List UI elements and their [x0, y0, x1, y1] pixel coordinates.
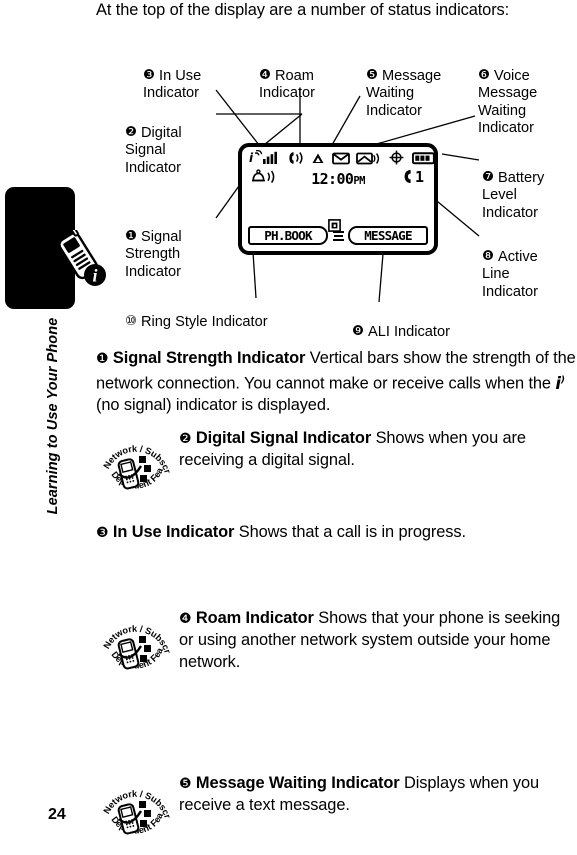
callout-ring-style-indicator: ⑩ Ring Style Indicator — [125, 295, 335, 331]
voice-message-waiting-icon — [356, 151, 380, 170]
ali-crosshair-icon — [389, 150, 404, 170]
chapter-title-vertical: Learning to Use Your Phone — [45, 317, 61, 515]
callout-number: ❷ — [125, 124, 138, 140]
page-number: 24 — [48, 806, 66, 823]
callout-number: ❼ — [482, 169, 495, 185]
svg-text:Network / Subscription: Network / Subscription — [99, 775, 173, 820]
network-subscription-badge-icon: Network / Subscription Dependent Feature — [96, 602, 173, 684]
callout-digital-signal-indicator: ❷ Digital Signal Indicator — [125, 106, 215, 177]
callout-active-line-indicator: ❽ Active Line Indicator — [482, 230, 577, 301]
softkey-phonebook[interactable]: PH.BOOK — [248, 226, 328, 245]
paragraph-text: Shows that a call is in progress. — [238, 523, 466, 541]
svg-text:Network / Subscription: Network / Subscription — [99, 430, 173, 475]
callout-roam-indicator: ❹ Roam Indicator — [259, 49, 349, 103]
svg-text:Network / Subscription: Network / Subscription — [99, 610, 173, 655]
page-margin-sidebar: i Learning to Use Your Phone 24 — [0, 0, 106, 837]
paragraph-message-waiting: Network / Subscription Dependent Feature — [96, 767, 577, 836]
callout-number: ❶ — [125, 228, 138, 244]
callout-number: ❻ — [478, 67, 491, 83]
no-signal-icon: i) — [555, 373, 565, 393]
paragraph-title: Signal Strength Indicator — [112, 349, 306, 367]
callout-number: ❾ — [352, 323, 365, 339]
paragraph-text-after: (no signal) indicator is displayed. — [96, 396, 331, 415]
lcd-softkey-bar: PH.BOOK MESSAGE — [248, 225, 428, 246]
paragraph-digital-signal: Network / Subscription Dependent Feature — [96, 422, 577, 491]
lcd-second-row: 12:00PM 1 — [242, 168, 434, 232]
callout-number: ❹ — [259, 67, 272, 83]
active-line-number: 1 — [414, 168, 424, 186]
paragraph-number: ❺ — [179, 776, 192, 793]
active-line-indicator-display: 1 — [402, 168, 424, 186]
softkey-message[interactable]: MESSAGE — [348, 226, 428, 245]
battery-level-icon — [411, 151, 437, 170]
network-subscription-badge-icon: Network / Subscription Dependent Feature — [96, 767, 173, 849]
callout-label: ALI Indicator — [368, 323, 450, 340]
signal-strength-bars-icon — [263, 150, 278, 170]
svg-text:i: i — [249, 151, 254, 165]
callout-in-use-indicator: ❸ In Use Indicator — [143, 49, 239, 103]
paragraph-signal-strength: ❶ Signal Strength Indicator Vertical bar… — [96, 348, 577, 417]
callout-number: ⑩ — [125, 313, 138, 329]
paragraph-number: ❸ — [96, 525, 109, 541]
roam-triangle-icon — [311, 151, 325, 170]
callout-message-waiting-indicator: ❺ Message Waiting Indicator — [366, 49, 458, 120]
network-subscription-badge-icon: Network / Subscription Dependent Feature — [96, 422, 173, 504]
paragraph-number: ❶ — [96, 351, 109, 367]
clock-ampm: PM — [353, 175, 365, 187]
callout-battery-level-indicator: ❼ Battery Level Indicator — [482, 151, 577, 222]
callout-number: ❸ — [143, 67, 156, 83]
intro-sentence: At the top of the display are a number o… — [96, 1, 510, 19]
paragraph-in-use: ❸ In Use Indicator Shows that a call is … — [96, 522, 577, 544]
paragraph-title: Digital Signal Indicator — [195, 429, 372, 447]
digital-signal-icon: i — [249, 149, 264, 170]
paragraph-roam: Network / Subscription Dependent Feature — [96, 602, 577, 673]
phone-lcd-screen: i 12:00PM 1 PH.BOOK MESSAGE — [238, 143, 438, 255]
page-main-column: At the top of the display are a number o… — [96, 0, 577, 837]
paragraph-title: In Use Indicator — [112, 523, 235, 541]
callout-number: ❺ — [366, 67, 379, 83]
callout-label: Ring Style Indicator — [141, 313, 268, 330]
message-waiting-envelope-icon — [332, 151, 350, 170]
callout-number: ❽ — [482, 248, 495, 264]
paragraph-number: ❹ — [179, 610, 192, 627]
lcd-status-bar: i — [249, 149, 437, 170]
clock-time: 12:00 — [311, 170, 354, 188]
paragraph-title: Roam Indicator — [195, 608, 314, 627]
in-use-icon — [287, 151, 305, 170]
callout-ali-indicator: ❾ ALI Indicator — [352, 305, 532, 341]
paragraph-title: Message Waiting Indicator — [195, 774, 400, 793]
menu-lines-icon[interactable] — [332, 230, 344, 241]
paragraph-number: ❷ — [179, 431, 192, 447]
callout-voice-message-waiting-indicator: ❻ Voice Message Waiting Indicator — [478, 49, 577, 138]
status-indicator-diagram: ❸ In Use Indicator ❹ Roam Indicator ❺ Messa… — [96, 40, 577, 340]
callout-signal-strength-indicator: ❶ Signal Strength Indicator — [125, 210, 221, 281]
